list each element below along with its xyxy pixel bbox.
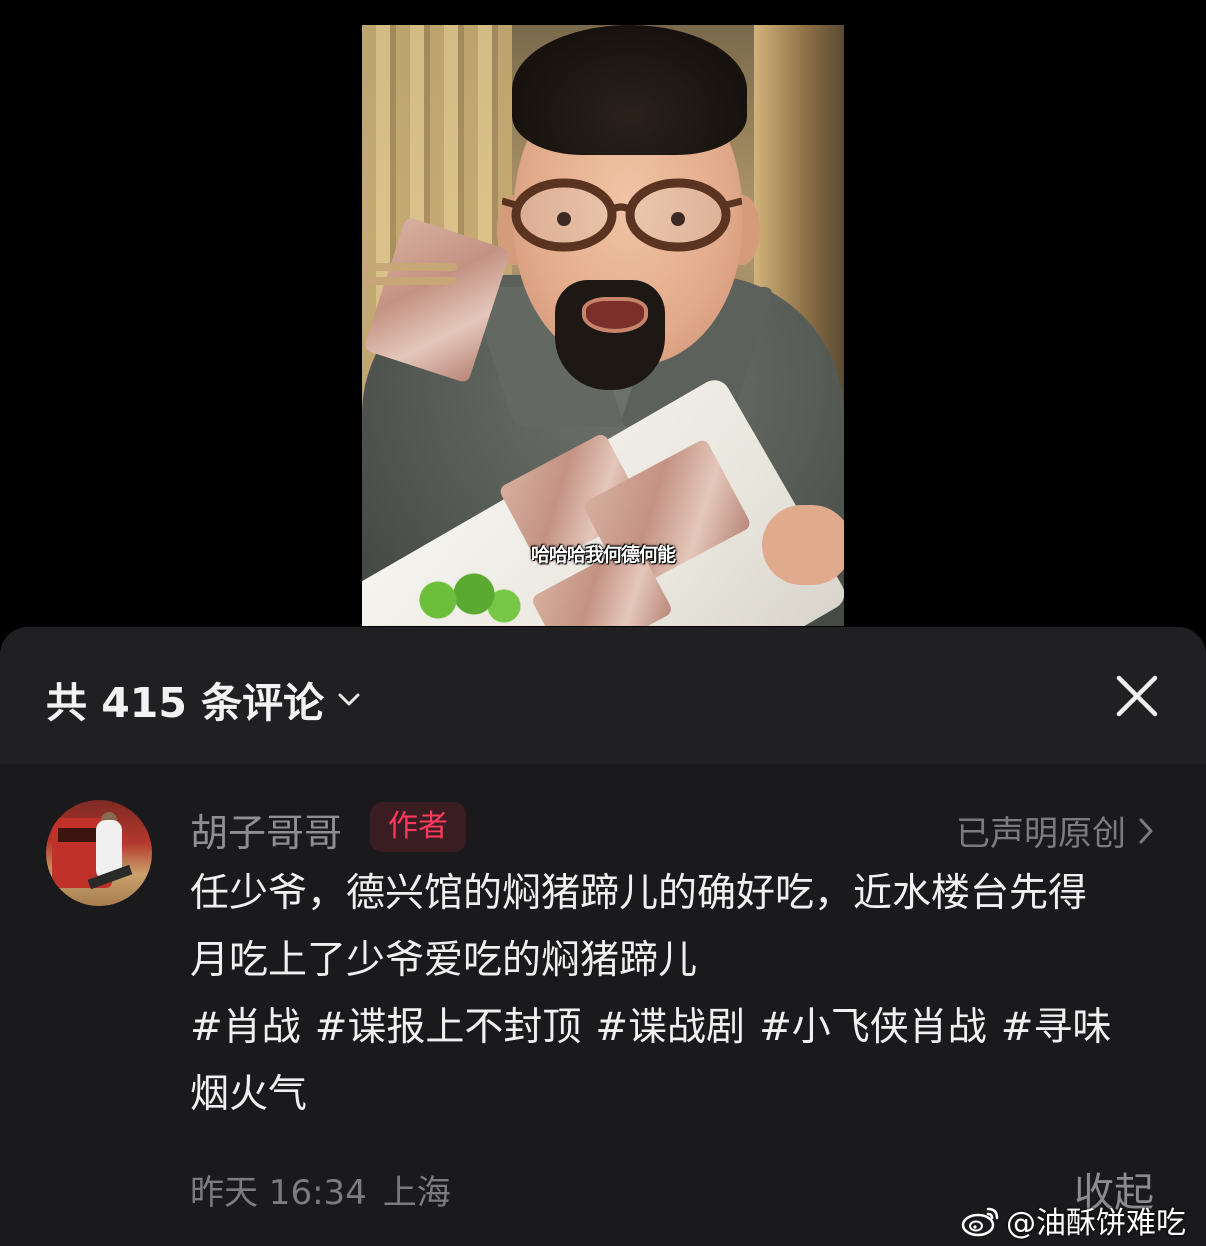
original-declared-label: 已声明原创 bbox=[956, 814, 1126, 854]
comment-username[interactable]: 胡子哥哥 bbox=[190, 802, 342, 857]
comment-location: 上海 bbox=[382, 1173, 451, 1213]
close-icon[interactable] bbox=[1114, 673, 1160, 719]
chopsticks bbox=[362, 277, 457, 285]
hashtag-link[interactable]: #小飞侠肖战 bbox=[759, 1005, 987, 1050]
comment-count-label: 共 415 条评论 bbox=[46, 679, 325, 727]
page: 哈哈哈我何德何能 共 415 条评论 胡子哥哥 作者 已声明原创 任少爷，德兴馆… bbox=[0, 0, 1206, 1246]
garnish-parsley bbox=[402, 570, 522, 626]
glasses-icon bbox=[502, 178, 742, 252]
person-mouth bbox=[582, 297, 648, 333]
chevron-right-icon bbox=[1139, 818, 1153, 843]
watermark-text: @油酥饼难吃 bbox=[1006, 1206, 1186, 1241]
hashtag-continuation[interactable]: 烟火气 bbox=[190, 1061, 1165, 1128]
video-player[interactable]: 哈哈哈我何德何能 bbox=[362, 25, 844, 626]
comment-body: 任少爷，德兴馆的焖猪蹄儿的确好吃，近水楼台先得 月吃上了少爷爱吃的焖猪蹄儿 #肖… bbox=[190, 860, 1165, 1128]
comments-header: 共 415 条评论 bbox=[0, 627, 1206, 764]
comment-count-sort[interactable]: 共 415 条评论 bbox=[46, 669, 362, 729]
person-hair bbox=[512, 25, 747, 155]
hashtag-link[interactable]: #寻味 bbox=[1001, 1005, 1112, 1050]
hashtag-link[interactable]: #肖战 bbox=[190, 1005, 301, 1050]
comment-time: 昨天 16:34 bbox=[190, 1173, 367, 1213]
chevron-down-icon bbox=[338, 693, 360, 706]
comments-sheet: 共 415 条评论 胡子哥哥 作者 已声明原创 任少爷，德兴馆的焖猪蹄儿的确好吃… bbox=[0, 627, 1206, 1246]
hashtag-list: #肖战 #谍报上不封顶 #谍战剧 #小飞侠肖战 #寻味 bbox=[190, 994, 1165, 1061]
author-badge: 作者 bbox=[370, 802, 466, 852]
avatar[interactable] bbox=[46, 800, 152, 906]
original-declared-link[interactable]: 已声明原创 bbox=[956, 806, 1156, 855]
chopsticks bbox=[362, 263, 457, 271]
hashtag-link[interactable]: #谍报上不封顶 bbox=[315, 1005, 582, 1050]
comment-meta: 昨天 16:34 上海 bbox=[190, 1165, 451, 1214]
video-subtitle: 哈哈哈我何德何能 bbox=[530, 544, 676, 566]
comment-text-line: 任少爷，德兴馆的焖猪蹄儿的确好吃，近水楼台先得 bbox=[190, 871, 1088, 916]
hashtag-link[interactable]: #谍战剧 bbox=[595, 1005, 745, 1050]
weibo-icon bbox=[961, 1207, 999, 1237]
watermark: @油酥饼难吃 bbox=[960, 1198, 1186, 1242]
comment-text-line: 月吃上了少爷爱吃的焖猪蹄儿 bbox=[190, 938, 698, 983]
